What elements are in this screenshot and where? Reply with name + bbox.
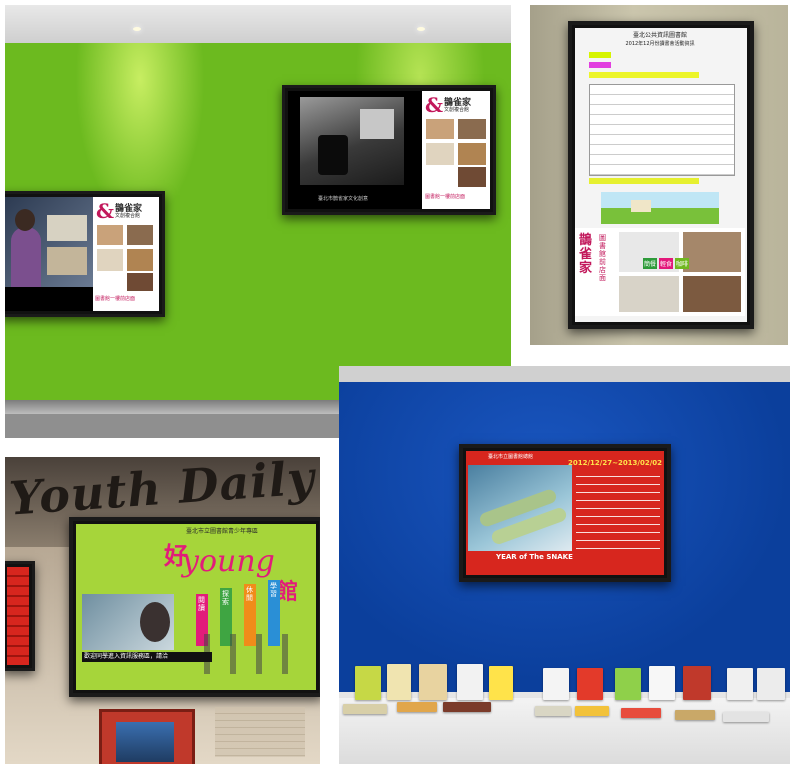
book [387,664,411,700]
header-title: 臺北公共資訊圖書館 [632,32,687,39]
book [683,666,711,700]
shelf [47,247,87,275]
video-caption: 臺北市鵲雀家文化創意 [318,196,369,202]
book [457,664,483,700]
machine-shape [360,109,394,139]
book [419,664,447,700]
tag: 輕食 [659,258,674,269]
book [397,702,437,712]
highlight-bar [589,72,699,78]
ceiling-light [133,27,141,31]
brand-mark: & [96,199,115,223]
video-area [5,197,93,287]
brand-sub: 文創複合館 [115,213,141,219]
castle-art [116,722,174,762]
promo-block: 鵲雀家 圖書館前店面 簡餐 輕食 咖啡 [575,228,745,316]
book [535,706,571,716]
header-sub: 2012年12月份讀書會活動資訊 [625,41,695,47]
promo-caption: 圖書館一樓前店面 [425,194,466,200]
book [489,666,513,700]
landscape-illustration [601,192,719,224]
tag: 咖啡 [675,258,690,269]
tv-right: 臺北市鵲雀家文化創意 & 鵲雀家 文創複合館 圖書館一樓前店面 [282,85,496,215]
food-photo [619,276,679,312]
title-en: young [182,544,275,579]
brand-mark: & [425,93,444,117]
photo-blue-wall: 臺北市立圖書館總館 2012/12/27~2013/02/02 YEAR of … [339,366,790,764]
food-photo [426,119,454,139]
info-text [576,471,660,551]
food-photo [683,232,741,272]
book [355,666,381,700]
book [757,668,785,700]
book [577,668,603,700]
book [621,708,661,718]
tag: 閱讀 [198,596,205,612]
ceiling [5,5,511,43]
food-photo [426,143,454,165]
kid-head [140,602,170,642]
bottom-banner: 歡迎同學進入資訊服務區，請洽 [82,652,212,662]
promo-vertical: 鵲雀家 [579,233,593,276]
promo-side: 圖書館前店面 [599,234,606,282]
ceiling [339,366,790,382]
food-photo [127,249,153,271]
schedule-table [589,84,735,176]
promo-caption: 圖書館一樓前店面 [95,296,136,302]
food-photo [458,143,486,165]
food-photo [127,225,153,245]
food-photo [97,249,123,271]
book [443,702,491,712]
book [675,710,715,720]
house-shape [631,200,651,212]
food-photo [458,167,486,187]
tv-youth: 臺北市立圖書館青少年專區 好 young 館 閱讀 探索 休閒 學習 歡迎同學進… [69,517,320,697]
ceiling-light [417,27,425,31]
food-photo [127,273,153,291]
machine-shape [318,135,348,175]
wall-calligraphy [215,707,305,757]
black-bar [5,287,93,311]
highlight-bar [589,178,699,184]
book [727,668,753,700]
book [649,666,675,700]
video-area [300,97,404,185]
kid-photo [82,594,174,650]
bamboo-image [468,465,572,551]
book [543,668,569,700]
promo-panel: & 鵲雀家 文創複合館 圖書館一樓前店面 [93,197,159,311]
book [723,712,769,722]
promo-panel: & 鵲雀家 文創複合館 圖書館一樓前店面 [422,91,490,209]
top-text: 臺北市立圖書館青少年專區 [186,528,259,535]
person-head [15,209,35,231]
tv-small-red [5,561,35,671]
photo-portrait-screen: 臺北公共資訊圖書館 2012年12月份讀書會活動資訊 鵲雀家 圖書館前店面 簡餐… [530,5,788,345]
tag: 休閒 [246,586,253,602]
highlight-bar [589,52,611,58]
screen-header: 臺北市立圖書館總館 [488,454,534,460]
shelf [47,215,87,241]
tv-snake: 臺北市立圖書館總館 2012/12/27~2013/02/02 YEAR of … [459,444,671,582]
tv-portrait: 臺北公共資訊圖書館 2012年12月份讀書會活動資訊 鵲雀家 圖書館前店面 簡餐… [568,21,754,329]
food-photo [683,276,741,312]
tag-row: 簡餐 輕食 咖啡 [643,258,690,269]
tag: 探索 [222,590,229,606]
brand-sub: 文創複合館 [444,107,470,113]
book [343,704,387,714]
food-photo [97,225,123,245]
date-range: 2012/12/27~2013/02/02 [568,459,663,467]
highlight-bar [589,62,611,68]
tag: 簡餐 [643,258,658,269]
year-text: YEAR of The SNAKE [496,553,573,561]
framed-picture [99,709,195,764]
photo-youth-library: Youth Daily 臺北市立圖書館青少年專區 好 young 館 閱讀 探索… [5,457,320,764]
book [615,668,641,700]
book [575,706,609,716]
person-figure [11,227,41,287]
tag: 學習 [270,582,277,598]
tv-left: & 鵲雀家 文創複合館 圖書館一樓前店面 [5,191,165,317]
food-photo [458,119,486,139]
